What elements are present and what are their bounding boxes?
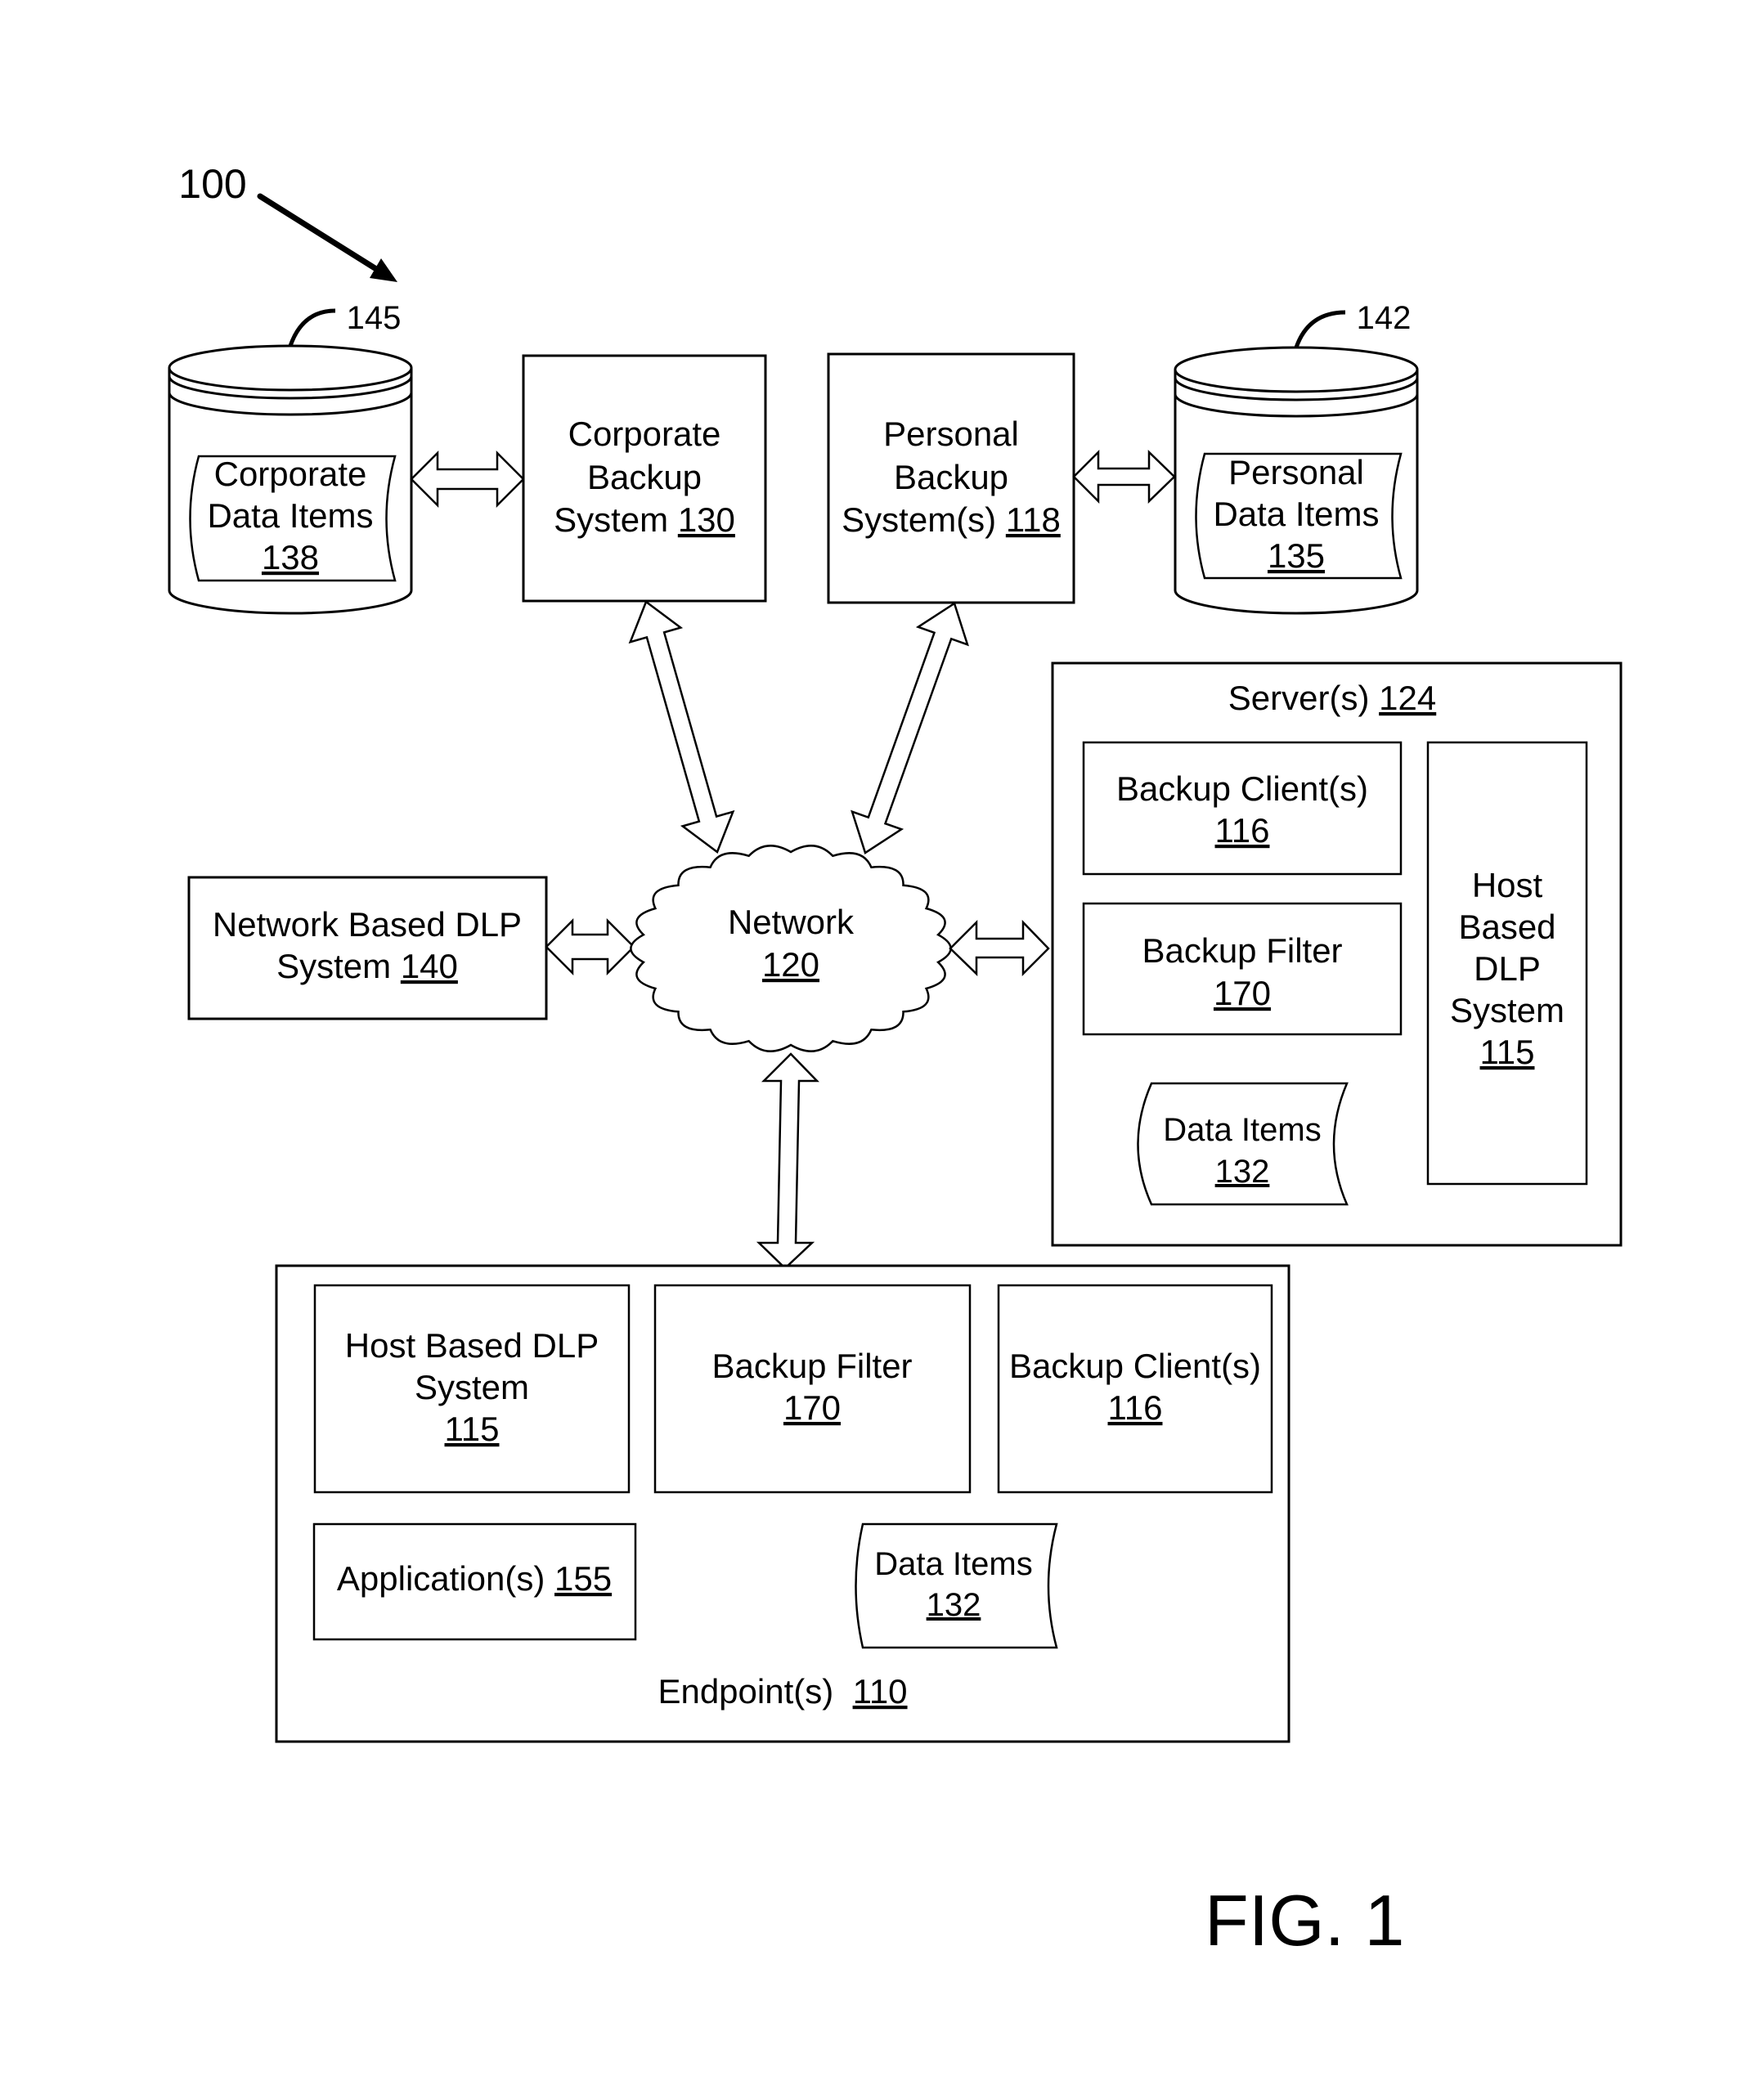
- server-host-dlp-line3: DLP: [1474, 949, 1541, 988]
- server-host-dlp-line4: System: [1450, 991, 1564, 1029]
- endpoint-backup-filter-label: Backup Filter: [711, 1347, 912, 1385]
- personal-data-items-num: 135: [1268, 536, 1325, 575]
- corporate-data-items-line1: Corporate: [214, 455, 367, 493]
- personal-data-items-line2: Data Items: [1213, 495, 1379, 533]
- personal-backup-line3: System(s): [842, 500, 1006, 539]
- endpoint-backup-client-label: Backup Client(s): [1009, 1347, 1261, 1385]
- endpoint-applications-num: 155: [554, 1559, 612, 1598]
- ref-leader-line: [288, 308, 336, 347]
- server-container: Server(s) 124 Backup Client(s) 116 Backu…: [1051, 661, 1623, 1247]
- network-dlp-line1: Network Based DLP: [213, 905, 522, 944]
- endpoint-host-dlp-num: 115: [445, 1410, 500, 1448]
- document-icon: [855, 1522, 1058, 1649]
- figure-label: FIG. 1: [1205, 1880, 1405, 1961]
- endpoint-host-dlp-line2: System: [415, 1368, 529, 1406]
- svg-text:System 130: System 130: [554, 500, 735, 539]
- svg-text:Server(s) 124: Server(s) 124: [1228, 679, 1436, 717]
- svg-text:Endpoint(s) 110: Endpoint(s) 110: [658, 1672, 907, 1711]
- server-backup-filter-num: 170: [1214, 974, 1271, 1012]
- personal-data-store: 142 Personal Data Items 135: [1174, 300, 1419, 615]
- network-based-dlp-system: Network Based DLP System 140: [187, 876, 548, 1020]
- network-dlp-line2: System: [276, 947, 401, 985]
- server-data-items-label: Data Items: [1163, 1112, 1321, 1148]
- server-backup-filter-label: Backup Filter: [1142, 931, 1342, 970]
- corporate-data-store: 145 Corporate Data Items 138: [168, 300, 413, 615]
- endpoint-data-items-label: Data Items: [874, 1546, 1032, 1582]
- personal-data-items-line1: Personal: [1228, 453, 1364, 491]
- personal-backup-system: Personal Backup System(s) 118: [827, 352, 1075, 604]
- reference-arrow-icon: [257, 193, 397, 282]
- diagonal-double-arrow-icon: [851, 602, 969, 854]
- personal-backup-num: 118: [1006, 500, 1061, 539]
- endpoint-backup-client-num: 116: [1108, 1388, 1163, 1427]
- personal-store-ref: 142: [1357, 300, 1412, 336]
- endpoint-data-items-num: 132: [927, 1587, 981, 1623]
- patent-diagram: 100 145 Corporate Data Items 138 Corpora…: [168, 161, 1623, 1961]
- corporate-data-items-num: 138: [262, 538, 319, 576]
- endpoint-applications-label: Application(s): [337, 1559, 554, 1598]
- corporate-backup-system: Corporate Backup System 130: [522, 354, 767, 603]
- svg-text:System 140: System 140: [276, 947, 458, 985]
- double-arrow-icon: [545, 917, 635, 976]
- server-backup-client-label: Backup Client(s): [1116, 769, 1368, 808]
- ref-leader-line: [1294, 310, 1346, 348]
- corporate-store-ref: 145: [347, 300, 402, 336]
- network-line1: Network: [728, 903, 855, 941]
- endpoint-host-dlp-line1: Host Based DLP: [345, 1326, 599, 1365]
- svg-text:System(s) 118: System(s) 118: [842, 500, 1061, 539]
- endpoint-title: Endpoint(s): [658, 1672, 852, 1711]
- double-arrow-icon: [410, 450, 525, 509]
- corporate-backup-line1: Corporate: [568, 415, 721, 453]
- server-host-dlp-line1: Host: [1472, 866, 1543, 904]
- server-backup-client-num: 116: [1215, 811, 1270, 850]
- corporate-data-items-line2: Data Items: [207, 496, 373, 535]
- endpoint-container: Host Based DLP System 115 Backup Filter …: [275, 1264, 1290, 1743]
- figure-reference-label: 100: [178, 161, 246, 207]
- vertical-double-arrow-icon: [756, 1052, 819, 1270]
- server-host-dlp-line2: Based: [1458, 908, 1555, 946]
- double-arrow-icon: [949, 919, 1050, 977]
- corporate-backup-num: 130: [678, 500, 735, 539]
- endpoint-backup-filter-num: 170: [783, 1388, 841, 1427]
- server-backup-client-box: [1082, 741, 1403, 876]
- server-data-items-num: 132: [1215, 1154, 1270, 1190]
- personal-backup-line1: Personal: [883, 415, 1019, 453]
- server-host-dlp-num: 115: [1480, 1033, 1535, 1071]
- corporate-backup-line2: Backup: [587, 458, 702, 496]
- network-dlp-num: 140: [401, 947, 458, 985]
- network-num: 120: [762, 945, 819, 984]
- endpoint-num: 110: [853, 1672, 908, 1711]
- double-arrow-icon: [1072, 449, 1176, 504]
- network-cloud: Network 120: [630, 845, 952, 1052]
- svg-text:Application(s) 155: Application(s) 155: [337, 1559, 612, 1598]
- diagonal-double-arrow-icon: [628, 600, 735, 854]
- server-num: 124: [1379, 679, 1436, 717]
- server-title: Server(s): [1228, 679, 1379, 717]
- corporate-backup-line3: System: [554, 500, 678, 539]
- personal-backup-line2: Backup: [894, 458, 1008, 496]
